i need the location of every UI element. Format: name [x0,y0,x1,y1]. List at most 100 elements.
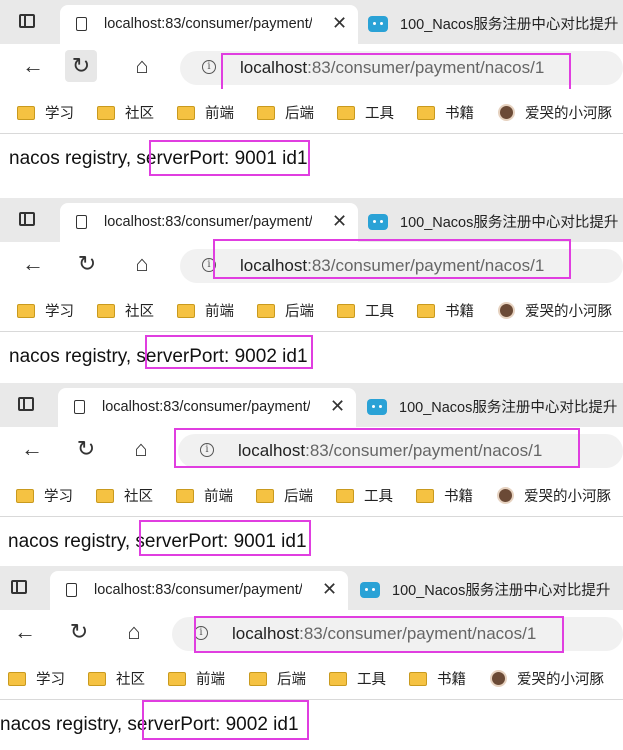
tab-strip: localhost:83/consumer/payment/nacos/1 ✕ … [0,0,623,44]
bookmark-folder[interactable]: 前端 [168,668,225,689]
tab-active-title: localhost:83/consumer/payment/nacos/1 [102,399,310,415]
window-tabs-icon[interactable] [19,14,35,28]
bookmark-folder[interactable]: 社区 [88,668,145,689]
folder-icon [88,672,106,686]
tab-second[interactable]: 100_Nacos服务注册中心对比提升 [368,211,618,232]
bilibili-icon [367,399,387,415]
folder-icon [177,304,195,318]
bookmark-folder[interactable]: 前端 [177,300,234,321]
bookmark-folder[interactable]: 前端 [177,102,234,123]
back-arrow-icon[interactable]: ← [9,616,41,648]
close-icon[interactable]: ✕ [332,13,347,33]
page-content: nacos registry, serverPort: 9002 id1 [0,700,623,750]
folder-icon [17,304,35,318]
close-icon[interactable]: ✕ [322,579,337,599]
bookmark-folder[interactable]: 后端 [257,102,314,123]
bookmarks-bar: 学习 社区 前端 后端 工具 书籍 爱哭的小河豚 [0,655,623,700]
tab-second-title: 100_Nacos服务注册中心对比提升 [400,215,619,231]
folder-icon [176,489,194,503]
back-arrow-icon[interactable]: ← [17,248,49,280]
close-icon[interactable]: ✕ [332,211,347,231]
avatar-icon [497,487,514,504]
page-icon [76,17,87,31]
tab-second-title: 100_Nacos服务注册中心对比提升 [399,400,618,416]
close-icon[interactable]: ✕ [330,396,345,416]
bookmark-folder[interactable]: 学习 [17,102,74,123]
tab-active[interactable]: localhost:83/consumer/payment/nacos/1 ✕ [60,5,358,44]
bookmark-folder[interactable]: 书籍 [416,485,473,506]
site-info-icon[interactable]: i [202,60,216,74]
home-icon[interactable]: ⌂ [126,50,158,82]
bookmark-folder[interactable]: 书籍 [417,102,474,123]
bookmark-profile[interactable]: 爱哭的小河豚 [498,300,612,321]
browser-screenshot-1: localhost:83/consumer/payment/nacos/1 ✕ … [0,0,623,187]
back-arrow-icon[interactable]: ← [17,50,49,82]
url-highlight-box [213,239,571,279]
bookmark-folder[interactable]: 学习 [16,485,73,506]
bookmark-folder[interactable]: 社区 [97,300,154,321]
refresh-icon[interactable]: ↻ [63,616,95,648]
back-arrow-icon[interactable]: ← [16,433,48,465]
folder-icon [168,672,186,686]
tab-active[interactable]: localhost:83/consumer/payment/nacos/1 ✕ [58,388,356,427]
browser-screenshot-3: localhost:83/consumer/payment/nacos/1 ✕ … [0,383,623,567]
tab-active-title: localhost:83/consumer/payment/nacos/1 [94,582,302,598]
bookmark-profile[interactable]: 爱哭的小河豚 [498,102,612,123]
bilibili-icon [368,214,388,230]
tab-active[interactable]: localhost:83/consumer/payment/nacos/1 ✕ [50,571,348,610]
tab-strip: localhost:83/consumer/payment/nacos/1 ✕ … [0,566,623,610]
bilibili-icon [368,16,388,32]
refresh-icon[interactable]: ↻ [71,248,103,280]
bookmark-folder[interactable]: 工具 [329,668,386,689]
folder-icon [336,489,354,503]
window-tabs-icon[interactable] [18,397,34,411]
home-icon[interactable]: ⌂ [125,433,157,465]
tab-second[interactable]: 100_Nacos服务注册中心对比提升 [367,396,617,417]
tab-second-title: 100_Nacos服务注册中心对比提升 [400,17,619,33]
bookmark-folder[interactable]: 书籍 [417,300,474,321]
bookmark-folder[interactable]: 书籍 [409,668,466,689]
bookmark-profile[interactable]: 爱哭的小河豚 [497,485,611,506]
bookmark-folder[interactable]: 学习 [8,668,65,689]
folder-icon [249,672,267,686]
bookmark-folder[interactable]: 学习 [17,300,74,321]
page-content: nacos registry, serverPort: 9001 id1 [0,517,623,567]
tab-second[interactable]: 100_Nacos服务注册中心对比提升 [360,579,610,600]
bookmark-folder[interactable]: 后端 [249,668,306,689]
bookmark-folder[interactable]: 后端 [256,485,313,506]
tab-active-title: localhost:83/consumer/payment/nacos/1 [104,16,312,32]
home-icon[interactable]: ⌂ [118,616,150,648]
tab-second[interactable]: 100_Nacos服务注册中心对比提升 [368,13,618,34]
window-tabs-icon[interactable] [11,580,27,594]
port-highlight-box [142,700,309,740]
bookmarks-bar: 学习 社区 前端 后端 工具 书籍 爱哭的小河豚 [0,472,623,517]
folder-icon [16,489,34,503]
bookmark-profile[interactable]: 爱哭的小河豚 [490,668,604,689]
bookmark-folder[interactable]: 社区 [97,102,154,123]
port-highlight-box [139,520,311,556]
url-highlight-box [174,428,580,468]
folder-icon [417,304,435,318]
browser-screenshot-2: localhost:83/consumer/payment/nacos/1 ✕ … [0,198,623,382]
folder-icon [8,672,26,686]
bookmark-folder[interactable]: 社区 [96,485,153,506]
folder-icon [177,106,195,120]
bookmark-folder[interactable]: 工具 [337,300,394,321]
bookmark-folder[interactable]: 后端 [257,300,314,321]
refresh-icon[interactable]: ↻ [65,50,97,82]
folder-icon [256,489,274,503]
window-tabs-icon[interactable] [19,212,35,226]
bookmark-folder[interactable]: 工具 [337,102,394,123]
bilibili-icon [360,582,380,598]
folder-icon [257,106,275,120]
folder-icon [97,304,115,318]
page-icon [74,400,85,414]
bookmark-folder[interactable]: 工具 [336,485,393,506]
tab-active-title: localhost:83/consumer/payment/nacos/1 [104,214,312,230]
url-highlight-box [194,616,564,653]
refresh-icon[interactable]: ↻ [70,433,102,465]
home-icon[interactable]: ⌂ [126,248,158,280]
bookmark-folder[interactable]: 前端 [176,485,233,506]
folder-icon [97,106,115,120]
tab-active[interactable]: localhost:83/consumer/payment/nacos/1 ✕ [60,203,358,242]
